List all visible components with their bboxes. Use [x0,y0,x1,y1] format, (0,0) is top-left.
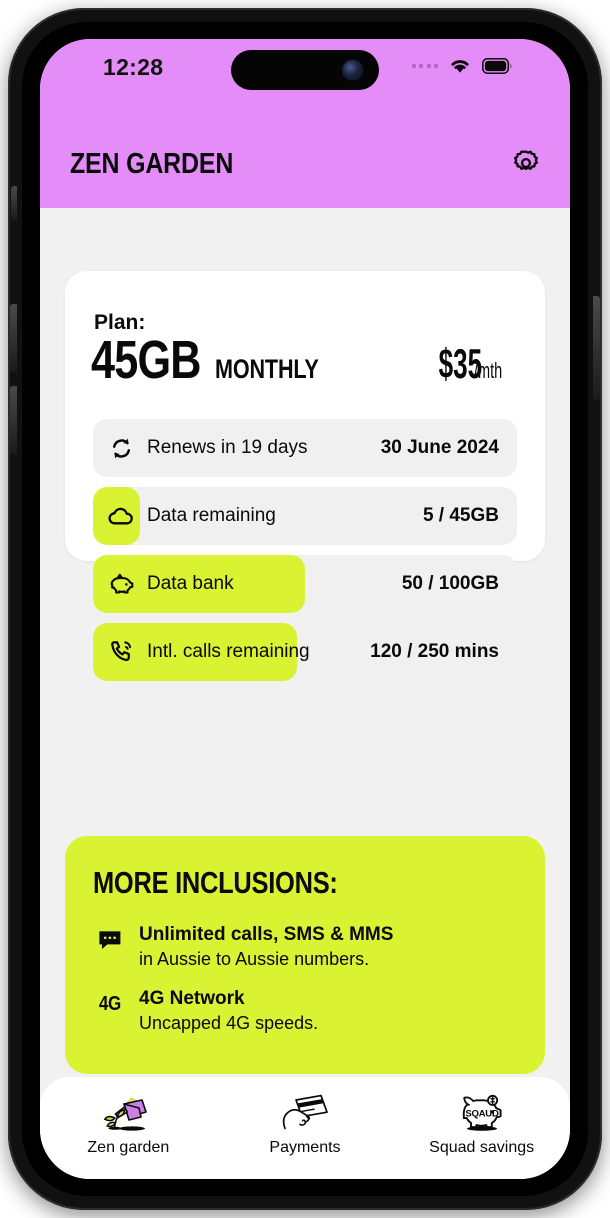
refresh-icon [108,435,134,461]
phone-call-icon [108,639,134,665]
front-camera-icon [343,60,362,80]
dynamic-island [231,50,379,90]
inclusion-title: 4G Network [139,988,245,1009]
nav-item-zen-garden[interactable]: Zen garden [58,1088,198,1157]
status-indicators [411,57,513,74]
stat-value: 50 / 100GB [401,573,499,594]
price-unit: /mth [474,358,503,383]
battery-full-icon [482,57,512,74]
piggy-bank-icon [108,571,134,597]
page-title: ZEN GARDEN [70,148,234,180]
svg-text:SQAUD: SQAUD [465,1109,499,1120]
nav-label: Zen garden [87,1139,170,1156]
stat-label: Data bank [147,573,234,594]
hand-card-icon [274,1088,336,1134]
cloud-icon [108,503,134,529]
stat-row-data-remaining[interactable]: Data remaining 5 / 45GB [93,487,517,545]
status-time: 12:28 [103,54,164,80]
nav-item-payments[interactable]: Payments [235,1088,375,1157]
4g-icon-label: 4G [99,992,121,1015]
gear-icon [511,148,541,183]
stat-label: Renews in 19 days [147,437,308,458]
nav-label: Squad savings [429,1139,535,1156]
wifi-icon [449,57,471,74]
chat-bubble-icon [95,927,125,953]
nav-label: Payments [269,1139,341,1156]
inclusion-subtitle: in Aussie to Aussie numbers. [139,949,370,969]
piggy-bank-squad-icon: SQAUD [451,1088,513,1134]
stat-label: Intl. calls remaining [147,641,310,662]
4g-icon: 4G [95,991,125,1017]
stat-value: 120 / 250 mins [370,641,499,662]
signal-dots-icon [411,63,438,68]
plan-headline: 45GB MONTHLY [91,333,345,387]
power-button[interactable] [593,296,600,400]
plan-card: Plan: 45GB MONTHLY $35 /mth Renews in 19… [65,271,545,681]
plan-size: 45GB [91,330,201,390]
stat-label: Data remaining [147,505,276,526]
plan-price: $35 /mth [412,343,517,385]
bottom-navigation: Zen garden Payments SQAUD Squad savings [40,1077,570,1179]
status-bar: 12:28 [40,39,570,97]
plan-period: MONTHLY [215,354,319,384]
nav-item-squad-savings[interactable]: SQAUD Squad savings [412,1088,552,1157]
phone-screen: 12:28 ZEN GARDEN Plan: 45GB MONTHLY $35 … [40,39,570,1179]
settings-button[interactable] [508,147,544,183]
volume-up-button[interactable] [10,304,17,372]
app-header: 12:28 ZEN GARDEN [40,39,570,208]
watering-can-icon [97,1088,159,1134]
main-content: Plan: 45GB MONTHLY $35 /mth Renews in 19… [40,208,570,1179]
stat-row-data-bank[interactable]: Data bank 50 / 100GB [93,555,517,613]
inclusions-card: MORE INCLUSIONS: Unlimited calls, SMS & … [65,836,545,1074]
stat-value: 30 June 2024 [380,437,499,458]
stat-row-intl-calls[interactable]: Intl. calls remaining 120 / 250 mins [93,623,517,681]
stat-row-renews[interactable]: Renews in 19 days 30 June 2024 [93,419,517,477]
phone-frame: 12:28 ZEN GARDEN Plan: 45GB MONTHLY $35 … [8,8,602,1210]
volume-down-button[interactable] [10,386,17,454]
inclusion-title: Unlimited calls, SMS & MMS [139,924,394,945]
stat-value: 5 / 45GB [422,505,499,526]
mute-switch[interactable] [11,186,17,220]
inclusion-subtitle: Uncapped 4G speeds. [139,1013,319,1033]
inclusions-title: MORE INCLUSIONS: [93,865,338,900]
